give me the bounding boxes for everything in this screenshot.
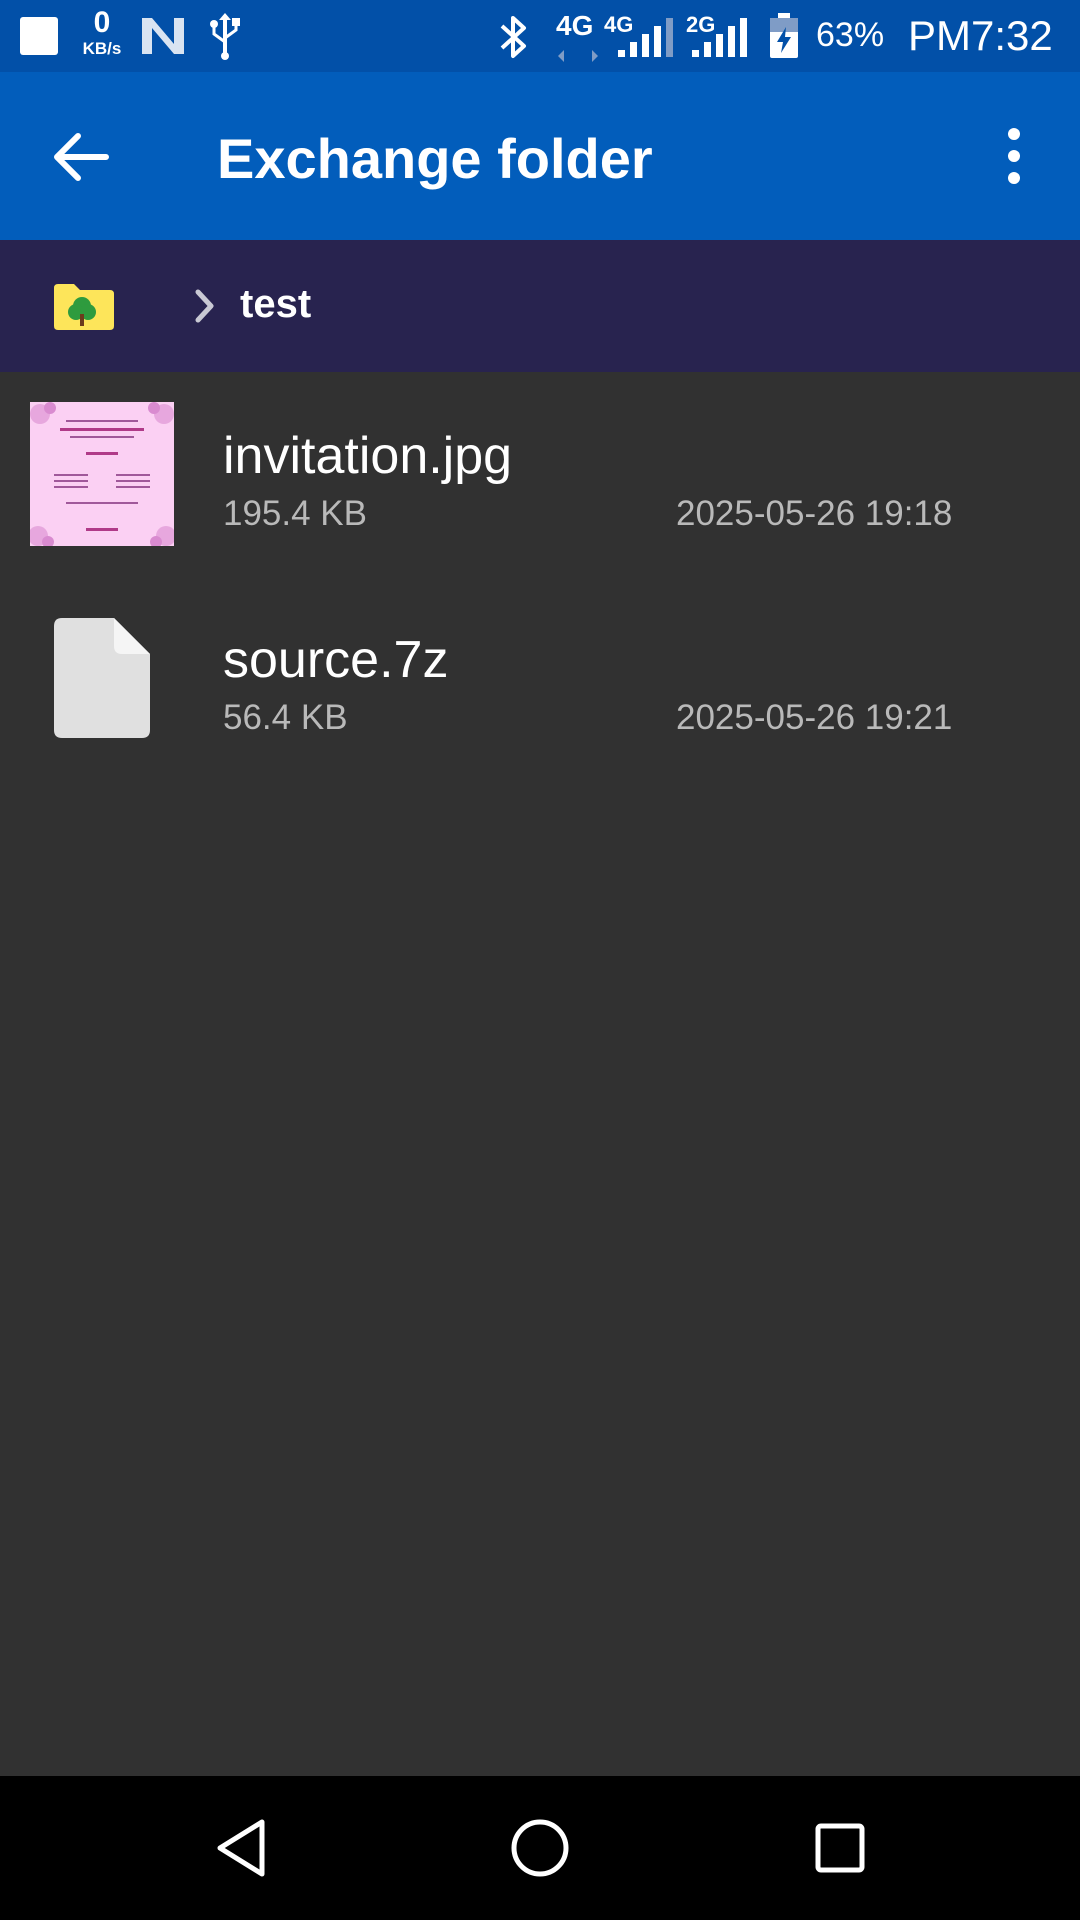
file-modified-date: 2025-05-26 19:21	[676, 698, 953, 737]
folder-tree-icon[interactable]	[52, 282, 116, 332]
nav-home-icon[interactable]	[504, 1812, 576, 1884]
file-name: source.7z	[223, 631, 449, 689]
battery-percent: 63%	[816, 16, 885, 54]
network-label-1: 4G	[556, 10, 594, 41]
net-speed-unit: KB/s	[82, 39, 122, 58]
image-thumbnail	[30, 402, 174, 546]
arrow-left-icon[interactable]	[46, 122, 116, 192]
page-title: Exchange folder	[217, 127, 653, 190]
file-size: 195.4 KB	[223, 494, 367, 533]
list-item[interactable]: source.7z 56.4 KB 2025-05-26 19:21	[0, 576, 1080, 780]
app-bar: Exchange folder	[0, 72, 1080, 240]
net-speed-indicator: 0 KB/s	[74, 6, 130, 58]
file-name: invitation.jpg	[223, 427, 513, 485]
bluetooth-icon	[500, 16, 526, 58]
battery-charging-icon	[770, 13, 798, 58]
network-type-lte: 4G	[556, 10, 600, 62]
usb-icon	[210, 13, 240, 60]
file-size: 56.4 KB	[223, 698, 348, 737]
signal-icon-sim1: 4G	[604, 12, 676, 62]
generic-file-icon	[54, 618, 150, 738]
clock: PM7:32	[908, 12, 1053, 59]
chevron-right-icon	[195, 289, 214, 323]
breadcrumb-current[interactable]: test	[240, 282, 311, 327]
breadcrumb: test	[0, 240, 1080, 372]
more-vert-icon[interactable]	[990, 124, 1038, 188]
nav-recents-icon[interactable]	[804, 1812, 876, 1884]
n-logo-icon	[142, 18, 184, 54]
notification-square-icon	[20, 17, 58, 55]
nav-back-icon[interactable]	[206, 1812, 278, 1884]
net-speed-value: 0	[93, 6, 111, 39]
file-modified-date: 2025-05-26 19:18	[676, 494, 953, 533]
system-nav-bar	[0, 1776, 1080, 1920]
status-bar: 0 KB/s 4G 4G 2G 63% PM7:32	[0, 0, 1080, 72]
list-item[interactable]: invitation.jpg 195.4 KB 2025-05-26 19:18	[0, 372, 1080, 576]
signal-icon-sim2: 2G	[686, 12, 758, 62]
